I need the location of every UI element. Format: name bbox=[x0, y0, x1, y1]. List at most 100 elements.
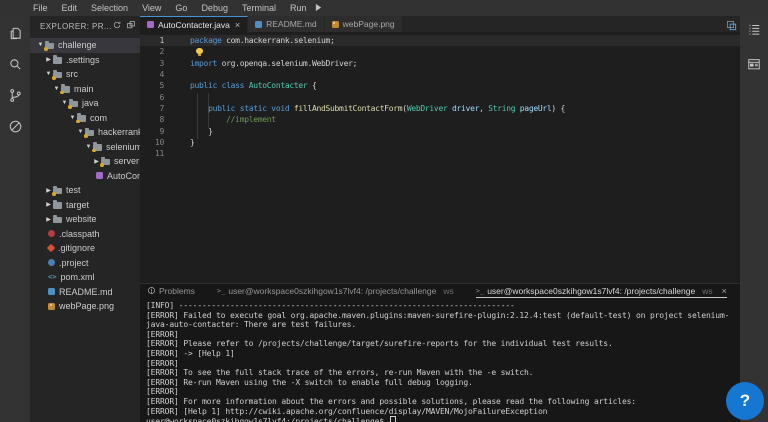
tree-item-label: main bbox=[74, 84, 94, 94]
collapse-folders-icon[interactable] bbox=[126, 20, 136, 32]
folder-icon bbox=[61, 86, 70, 93]
tree-item-test[interactable]: ▶test bbox=[30, 183, 140, 198]
terminal-line: [ERROR] bbox=[146, 387, 740, 397]
tree-item-pom-xml[interactable]: <>pom.xml bbox=[30, 270, 140, 285]
line-number: 10 bbox=[140, 138, 190, 147]
tab-autocontacter-java[interactable]: AutoContacter.java × bbox=[140, 16, 248, 32]
extensions-blocked-icon[interactable] bbox=[0, 111, 30, 142]
explorer-icon[interactable] bbox=[0, 18, 30, 49]
terminal-prompt-icon: >_ bbox=[217, 287, 225, 295]
menu-item-terminal[interactable]: Terminal bbox=[235, 3, 283, 13]
folder-icon bbox=[101, 159, 110, 166]
code-text: public class AutoContacter { bbox=[190, 81, 316, 90]
code-line-9: 9 } bbox=[140, 125, 740, 136]
help-button[interactable]: ? bbox=[726, 382, 764, 420]
git-file-icon bbox=[47, 244, 55, 252]
code-line-1: 1package com.hackerrank.selenium; bbox=[140, 35, 740, 46]
activity-bar bbox=[0, 16, 30, 422]
tree-collapsed-arrow-icon: ▶ bbox=[44, 201, 53, 208]
tree-collapsed-arrow-icon: ▶ bbox=[44, 216, 53, 223]
menu-item-edit[interactable]: Edit bbox=[55, 3, 85, 13]
terminal-line: [ERROR] To see the full stack trace of t… bbox=[146, 368, 740, 378]
terminal-panel: Problems>_user@workspace0szkihgow1s7lvf4… bbox=[140, 283, 740, 422]
folder-icon bbox=[45, 43, 54, 50]
menu-item-selection[interactable]: Selection bbox=[84, 3, 135, 13]
tab-label: AutoContacter.java bbox=[158, 20, 230, 30]
refresh-icon[interactable] bbox=[112, 20, 122, 32]
source-control-icon[interactable] bbox=[0, 80, 30, 111]
tree-item-main[interactable]: ▼main bbox=[30, 82, 140, 97]
vscode-window: FileEditSelectionViewGoDebugTerminalRun … bbox=[0, 0, 768, 422]
tree-item-website[interactable]: ▶website bbox=[30, 212, 140, 227]
tree-item-label: server bbox=[114, 156, 139, 166]
quick-fix-lightbulb-icon[interactable] bbox=[196, 48, 203, 55]
panel-tab-terminal-2[interactable]: >_user@workspace0szkihgow1s7lvf4: /proje… bbox=[476, 284, 727, 298]
tree-item-java[interactable]: ▼java bbox=[30, 96, 140, 111]
panel-tab-problems[interactable]: Problems bbox=[147, 284, 195, 298]
tree-item-label: src bbox=[66, 69, 78, 79]
terminal-cursor bbox=[390, 416, 396, 422]
terminal-output[interactable]: [INFO] ---------------------------------… bbox=[140, 298, 740, 422]
folder-modified-badge bbox=[52, 76, 56, 80]
java-file-icon bbox=[147, 21, 154, 28]
search-icon[interactable] bbox=[0, 49, 30, 80]
folder-icon bbox=[77, 115, 86, 122]
tree-item-label: pom.xml bbox=[60, 272, 94, 282]
terminal-line: [ERROR] Please refer to /projects/challe… bbox=[146, 339, 740, 349]
panel-tab-suffix: ws bbox=[443, 286, 453, 296]
tab-readme-md[interactable]: README.md bbox=[248, 16, 325, 32]
tree-item-hackerrank[interactable]: ▼hackerrank bbox=[30, 125, 140, 140]
menu-item-run[interactable]: Run bbox=[283, 3, 314, 13]
tree-item-com[interactable]: ▼com bbox=[30, 111, 140, 126]
problems-icon bbox=[147, 286, 156, 297]
tree-item-src[interactable]: ▼src bbox=[30, 67, 140, 82]
editor-group: AutoContacter.java×README.mdwebPage.png … bbox=[140, 16, 740, 422]
line-number: 5 bbox=[140, 81, 190, 90]
folder-modified-badge bbox=[68, 105, 72, 109]
tree-item-settings[interactable]: ▶.settings bbox=[30, 53, 140, 68]
folder-icon bbox=[53, 202, 62, 209]
menu-item-file[interactable]: File bbox=[26, 3, 55, 13]
folder-icon bbox=[69, 101, 78, 108]
code-editor[interactable]: 1package com.hackerrank.selenium;23impor… bbox=[140, 32, 740, 283]
tree-item-readme-md[interactable]: README.md bbox=[30, 285, 140, 300]
tree-item-label: webPage.png bbox=[59, 301, 114, 311]
tree-item-autocontacter-java[interactable]: AutoContacter.java bbox=[30, 169, 140, 184]
tree-item-project[interactable]: .project bbox=[30, 256, 140, 271]
code-line-5: 5public class AutoContacter { bbox=[140, 80, 740, 91]
tree-item-server[interactable]: ▶server bbox=[30, 154, 140, 169]
menu-item-go[interactable]: Go bbox=[168, 3, 194, 13]
tree-item-label: challenge bbox=[58, 40, 97, 50]
line-number: 4 bbox=[140, 70, 190, 79]
folder-icon bbox=[93, 144, 102, 151]
tree-item-challenge[interactable]: ▼challenge bbox=[30, 38, 140, 53]
tree-item-webpage-png[interactable]: webPage.png bbox=[30, 299, 140, 314]
tree-item-label: com bbox=[90, 113, 107, 123]
code-line-11: 11 bbox=[140, 148, 740, 159]
tree-collapsed-arrow-icon: ▶ bbox=[44, 56, 53, 63]
play-icon[interactable] bbox=[315, 4, 322, 13]
tree-item-classpath[interactable]: .classpath bbox=[30, 227, 140, 242]
browser-preview-icon[interactable] bbox=[747, 57, 761, 76]
folder-icon bbox=[85, 130, 94, 137]
tree-item-gitignore[interactable]: .gitignore bbox=[30, 241, 140, 256]
code-text: public static void fillAndSubmitContactF… bbox=[190, 104, 565, 113]
folder-modified-badge bbox=[92, 149, 96, 153]
line-number: 7 bbox=[140, 104, 190, 113]
menu-item-view[interactable]: View bbox=[135, 3, 168, 13]
list-icon[interactable] bbox=[747, 22, 761, 41]
menu-item-debug[interactable]: Debug bbox=[194, 3, 235, 13]
close-icon[interactable]: × bbox=[235, 20, 240, 30]
java-file-icon bbox=[96, 172, 103, 179]
close-icon[interactable]: × bbox=[722, 286, 727, 296]
tab-webpage-png[interactable]: webPage.png bbox=[325, 16, 403, 32]
folder-modified-badge bbox=[60, 91, 64, 95]
folder-icon bbox=[53, 188, 62, 195]
code-line-10: 10} bbox=[140, 137, 740, 148]
tree-item-selenium[interactable]: ▼selenium bbox=[30, 140, 140, 155]
folder-modified-badge bbox=[84, 134, 88, 138]
tree-item-target[interactable]: ▶target bbox=[30, 198, 140, 213]
project-file-icon bbox=[48, 259, 55, 266]
panel-tab-label: user@workspace0szkihgow1s7lvf4: /project… bbox=[487, 286, 695, 296]
panel-tab-terminal-1[interactable]: >_user@workspace0szkihgow1s7lvf4: /proje… bbox=[217, 284, 454, 298]
